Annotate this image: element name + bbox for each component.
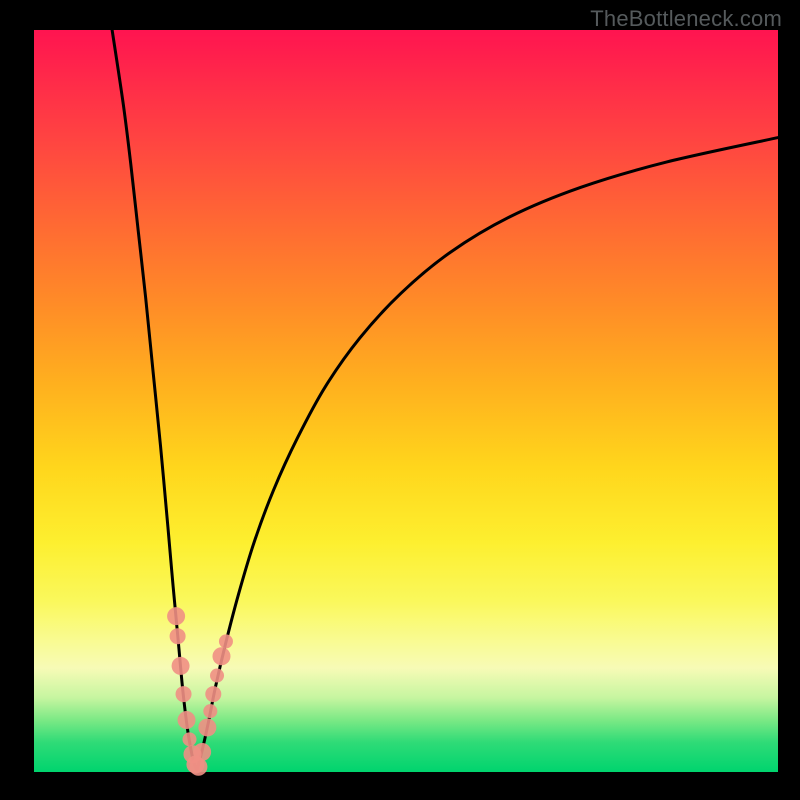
highlight-dot bbox=[170, 628, 186, 644]
curve-layer bbox=[0, 0, 800, 800]
highlight-dot bbox=[212, 647, 230, 665]
highlight-dot bbox=[193, 743, 211, 761]
chart-frame: TheBottleneck.com bbox=[0, 0, 800, 800]
highlight-dot bbox=[219, 634, 233, 648]
highlight-dot bbox=[198, 718, 216, 736]
highlight-dot bbox=[176, 686, 192, 702]
highlight-dot bbox=[172, 657, 190, 675]
highlight-dot bbox=[205, 686, 221, 702]
highlight-dot bbox=[167, 607, 185, 625]
highlight-dot bbox=[203, 704, 217, 718]
highlight-dot bbox=[210, 669, 224, 683]
highlight-dot bbox=[178, 711, 196, 729]
highlight-dot bbox=[183, 732, 197, 746]
curve-right_branch bbox=[197, 138, 778, 770]
